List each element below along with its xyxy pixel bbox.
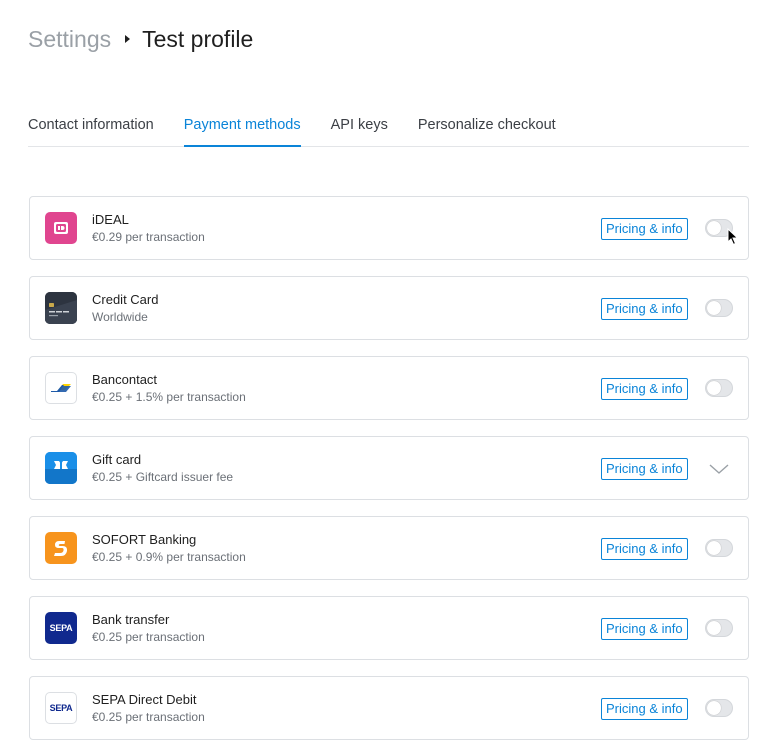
enable-toggle[interactable] [705,299,733,317]
enable-toggle[interactable] [705,699,733,717]
payment-method-credit-card: Credit Card Worldwide Pricing & info [29,276,749,340]
method-fee: €0.25 per transaction [92,630,205,644]
method-name: SOFORT Banking [92,532,197,547]
breadcrumb-settings-link[interactable]: Settings [28,26,111,53]
method-name: iDEAL [92,212,129,227]
method-fee: €0.25 + Giftcard issuer fee [92,470,234,484]
pricing-info-button[interactable]: Pricing & info [601,538,688,560]
enable-toggle[interactable] [705,539,733,557]
pricing-info-button[interactable]: Pricing & info [601,218,688,240]
chevron-down-icon[interactable] [709,459,729,479]
payment-method-bancontact: Bancontact €0.25 + 1.5% per transaction … [29,356,749,420]
toggle-knob [707,621,721,635]
breadcrumb-separator-icon [125,35,131,43]
page-title: Test profile [142,25,254,52]
method-name: Gift card [92,452,142,467]
toggle-knob [707,301,721,315]
enable-toggle[interactable] [705,379,733,397]
settings-page: Settings Test profile Contact informatio… [0,0,784,753]
pricing-info-button[interactable]: Pricing & info [601,298,688,320]
toggle-knob [707,221,721,235]
breadcrumb: Settings Test profile [28,24,253,54]
method-name: Bank transfer [92,612,170,627]
sofort-icon [45,532,77,564]
method-fee: €0.25 + 0.9% per transaction [92,550,246,564]
enable-toggle[interactable] [705,619,733,637]
settings-tabs: Contact information Payment methods API … [28,104,749,147]
sepa-logo-text: SEPA [49,703,73,713]
sepa-icon: SEPA [45,612,77,644]
method-name: SEPA Direct Debit [92,692,197,707]
method-fee: €0.25 per transaction [92,710,205,724]
method-name: Credit Card [92,292,159,307]
payment-method-ideal: iDEAL €0.29 per transaction Pricing & in… [29,196,749,260]
tab-api-keys[interactable]: API keys [331,104,388,146]
pricing-info-button[interactable]: Pricing & info [601,458,688,480]
pricing-info-button[interactable]: Pricing & info [601,618,688,640]
sepa-direct-debit-icon: SEPA [45,692,77,724]
ideal-icon [45,212,77,244]
gift-card-icon [45,452,77,484]
payment-method-bank-transfer: SEPA Bank transfer €0.25 per transaction… [29,596,749,660]
toggle-knob [707,541,721,555]
pricing-info-button[interactable]: Pricing & info [601,698,688,720]
toggle-knob [707,701,721,715]
pricing-info-button[interactable]: Pricing & info [601,378,688,400]
method-name: Bancontact [92,372,158,387]
tab-payment-methods[interactable]: Payment methods [183,104,301,147]
payment-methods-list: iDEAL €0.29 per transaction Pricing & in… [29,196,749,753]
sepa-logo-text: SEPA [49,623,73,633]
bancontact-icon [45,372,77,404]
tab-contact-information[interactable]: Contact information [28,104,154,146]
toggle-knob [707,381,721,395]
payment-method-sofort: SOFORT Banking €0.25 + 0.9% per transact… [29,516,749,580]
enable-toggle[interactable] [705,219,733,237]
method-fee: €0.29 per transaction [92,230,205,244]
method-fee: Worldwide [92,310,148,324]
credit-card-icon [45,292,77,324]
tab-personalize-checkout[interactable]: Personalize checkout [418,104,556,146]
method-fee: €0.25 + 1.5% per transaction [92,390,246,404]
payment-method-gift-card: Gift card €0.25 + Giftcard issuer fee Pr… [29,436,749,500]
payment-method-sepa-direct-debit: SEPA SEPA Direct Debit €0.25 per transac… [29,676,749,740]
